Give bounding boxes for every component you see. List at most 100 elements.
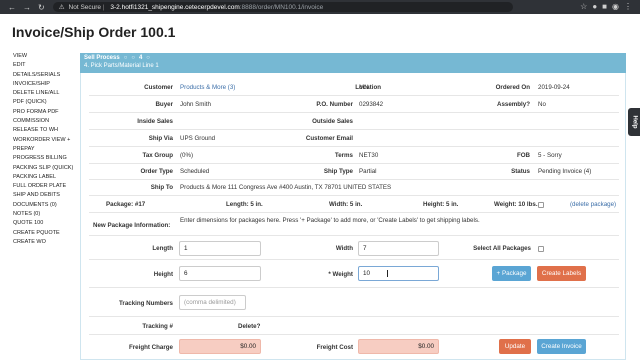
width-label: Width <box>335 245 353 252</box>
ship-via-value: UPS Ground <box>180 135 216 142</box>
sidebar: VIEW EDIT DETAILS/SERIALS INVOICE/SHIP D… <box>13 52 73 247</box>
sidebar-item-create-pquote[interactable]: CREATE PQUOTE <box>13 229 73 238</box>
browser-toolbar: ← → ↻ ⚠ Not Secure | 3-2.hotfi1321_shipe… <box>0 0 640 14</box>
weight-input[interactable]: 10 <box>358 266 439 281</box>
extensions-area: ☆ ● ■ ◉ ⋮ <box>580 2 632 11</box>
tax-group-value: (0%) <box>180 152 194 159</box>
location-value: MN <box>359 84 369 91</box>
assembly-value: No <box>538 101 546 108</box>
ordered-on-label: Ordered On <box>495 84 530 91</box>
freight-cost-label: Freight Cost <box>316 344 353 351</box>
help-tab[interactable]: Help <box>628 108 640 136</box>
tracking-numbers-label: Tracking Numbers <box>119 300 173 307</box>
freight-cost-input[interactable]: $0.00 <box>358 339 439 354</box>
package-length: Length: 5 in. <box>226 201 263 208</box>
extension-icon[interactable]: ■ <box>602 2 607 11</box>
help-tab-label: Help <box>631 115 638 129</box>
sidebar-item-view[interactable]: VIEW <box>13 52 73 61</box>
sidebar-item-quote[interactable]: QUOTE 100 <box>13 219 73 228</box>
delete-package-link[interactable]: (delete package) <box>570 201 616 208</box>
height-input[interactable]: 6 <box>179 266 261 281</box>
invoice-form: Customer Products & More (3) Location MN… <box>80 73 626 360</box>
location-label: Location <box>355 84 381 91</box>
star-icon[interactable]: ☆ <box>580 2 587 11</box>
order-type-label: Order Type <box>140 168 173 175</box>
sidebar-item-full-order-plate[interactable]: FULL ORDER PLATE <box>13 182 73 191</box>
package-weight: Weight: 10 lbs. <box>494 201 538 208</box>
menu-icon[interactable]: ⋮ <box>624 2 632 11</box>
sidebar-item-pro-forma-pdf[interactable]: PRO FORMA PDF <box>13 108 73 117</box>
ship-type-value: Partial <box>359 168 377 175</box>
tracking-numbers-input[interactable]: (comma delimited) <box>179 295 246 310</box>
ship-via-label: Ship Via <box>148 135 173 142</box>
fob-value: 5 - Sorry <box>538 152 562 159</box>
buyer-label: Buyer <box>155 101 173 108</box>
add-package-button[interactable]: + Package <box>492 266 531 281</box>
step-marker-icon: ○ <box>131 55 135 61</box>
process-subtitle: 4. Pick Parts/Material Line 1 <box>84 63 159 69</box>
ship-type-label: Ship Type <box>323 168 353 175</box>
status-label: Status <box>511 168 530 175</box>
package-select-checkbox[interactable] <box>538 202 544 208</box>
sidebar-item-progress-billing[interactable]: PROGRESS BILLING <box>13 154 73 163</box>
divider <box>89 259 619 260</box>
divider <box>89 212 619 213</box>
package-number: Package: #17 <box>106 201 146 208</box>
sidebar-item-details-serials[interactable]: DETAILS/SERIALS <box>13 71 73 80</box>
reload-icon[interactable]: ↻ <box>38 3 45 12</box>
browser-nav: ← → ↻ <box>8 3 45 12</box>
sidebar-item-create-wo[interactable]: CREATE WO <box>13 238 73 247</box>
length-input[interactable]: 1 <box>179 241 261 256</box>
sidebar-item-edit[interactable]: EDIT <box>13 61 73 70</box>
tax-group-label: Tax Group <box>142 152 173 159</box>
back-icon[interactable]: ← <box>8 3 16 12</box>
assembly-label: Assembly? <box>496 101 530 108</box>
sidebar-item-packing-slip[interactable]: PACKING SLIP (QUICK) <box>13 164 73 173</box>
sidebar-item-notes[interactable]: NOTES (0) <box>13 210 73 219</box>
divider <box>89 129 619 130</box>
width-input[interactable]: 7 <box>358 241 439 256</box>
freight-charge-input[interactable]: $0.00 <box>179 339 261 354</box>
divider <box>89 146 619 147</box>
step-marker-icon: ○ <box>123 55 128 61</box>
weight-label: * Weight <box>328 271 353 278</box>
package-width: Width: 5 in. <box>329 201 363 208</box>
sidebar-item-commission[interactable]: COMMISSION <box>13 117 73 126</box>
sidebar-item-workorder-view[interactable]: WORKORDER VIEW + <box>13 136 73 145</box>
terms-value: NET30 <box>359 152 379 159</box>
divider <box>89 112 619 113</box>
forward-icon[interactable]: → <box>23 3 31 12</box>
customer-email-label: Customer Email <box>305 135 353 142</box>
outside-sales-label: Outside Sales <box>312 118 353 125</box>
inside-sales-label: Inside Sales <box>137 118 173 125</box>
ship-to-value: Products & More 111 Congress Ave #400 Au… <box>180 184 392 191</box>
sidebar-item-release-to-wh[interactable]: RELEASE TO WH <box>13 126 73 135</box>
sidebar-item-delete-line[interactable]: DELETE LINE/ALL <box>13 89 73 98</box>
ordered-on-value: 2019-09-24 <box>538 84 570 91</box>
create-invoice-button[interactable]: Create Invoice <box>537 339 586 354</box>
create-labels-button[interactable]: Create Labels <box>537 266 586 281</box>
address-bar[interactable]: ⚠ Not Secure | 3-2.hotfi1321_shipengine.… <box>52 2 513 12</box>
ship-to-label: Ship To <box>150 184 173 191</box>
sell-process-banner: Sell Process ○ ○ 4 ○ 4. Pick Parts/Mater… <box>80 53 626 73</box>
warning-icon: ⚠ <box>58 4 65 11</box>
sidebar-item-invoice-ship[interactable]: INVOICE/SHIP <box>13 80 73 89</box>
profile-icon[interactable]: ◉ <box>612 2 619 11</box>
po-label: P.O. Number <box>316 101 353 108</box>
update-button[interactable]: Update <box>499 339 531 354</box>
tracking-number-column: Tracking # <box>142 323 173 330</box>
not-secure-label: Not Secure <box>68 3 102 11</box>
process-title: Sell Process <box>84 55 120 61</box>
package-height: Height: 5 in. <box>423 201 459 208</box>
sidebar-item-ship-and-debits[interactable]: SHIP AND DEBITS <box>13 191 73 200</box>
select-all-packages-checkbox[interactable] <box>538 246 544 252</box>
customer-link[interactable]: Products & More (3) <box>180 84 235 91</box>
sidebar-item-prepay[interactable]: PREPAY <box>13 145 73 154</box>
step-marker-icon: ○ <box>146 55 150 61</box>
page-title: Invoice/Ship Order 100.1 <box>12 24 176 40</box>
sidebar-item-packing-label[interactable]: PACKING LABEL <box>13 173 73 182</box>
sidebar-item-documents[interactable]: DOCUMENTS (0) <box>13 201 73 210</box>
extension-icon[interactable]: ● <box>592 2 597 11</box>
url-path: :8888/order/MN100.1/invoice <box>239 3 324 11</box>
sidebar-item-pdf-quick[interactable]: PDF (QUICK) <box>13 98 73 107</box>
